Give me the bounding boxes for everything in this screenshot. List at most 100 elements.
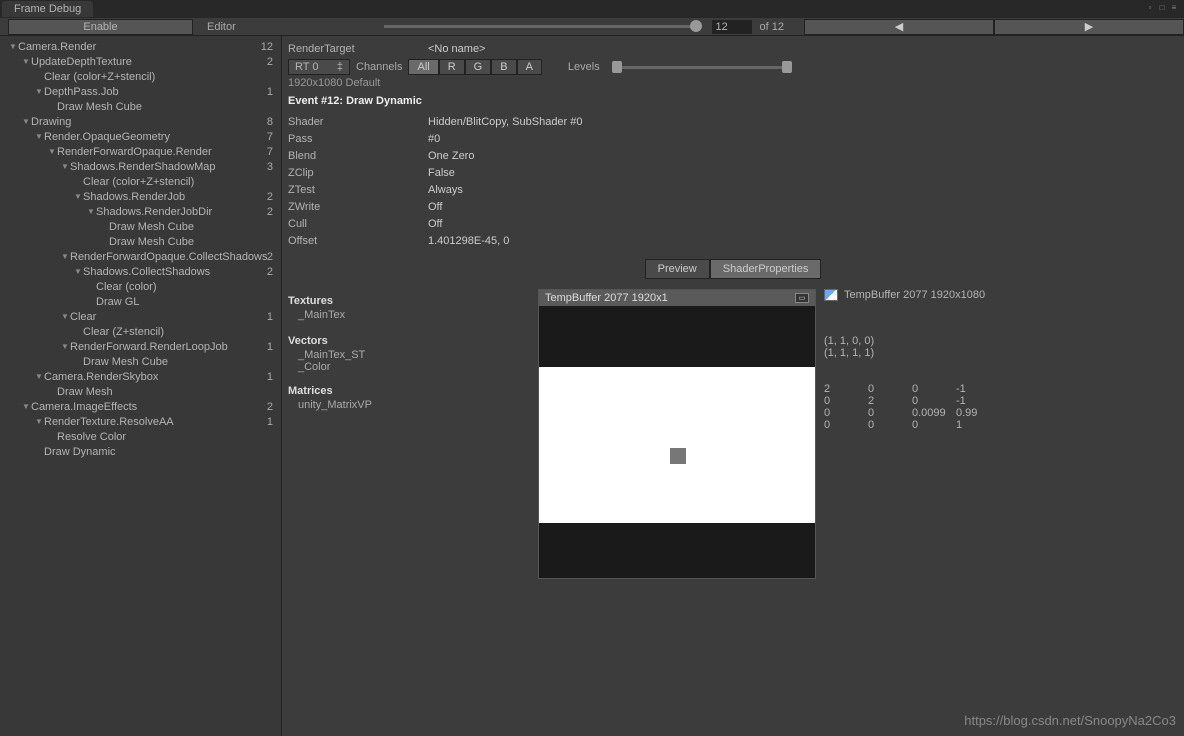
preview-tab[interactable]: Preview xyxy=(645,259,710,279)
tab-bar: Frame Debug ▫ □ ≡ xyxy=(0,0,1184,18)
tree-label: Draw Mesh xyxy=(57,386,273,398)
texture-preview[interactable]: TempBuffer 2077 1920x1 ▭ xyxy=(538,289,816,579)
matrixvp-label: unity_MatrixVP xyxy=(298,399,538,411)
tree-arrow-icon: ▼ xyxy=(21,117,31,126)
levels-thumb-right-icon[interactable] xyxy=(782,61,792,73)
property-row: Pass#0 xyxy=(288,130,1178,147)
tree-row[interactable]: Clear (color) xyxy=(0,279,281,294)
enable-button[interactable]: Enable xyxy=(8,19,193,35)
channel-button-b[interactable]: B xyxy=(491,59,516,75)
tree-row[interactable]: Draw Mesh xyxy=(0,384,281,399)
tree-count: 3 xyxy=(267,161,273,173)
tree-arrow-icon: ▼ xyxy=(21,57,31,66)
levels-thumb-left-icon[interactable] xyxy=(612,61,622,73)
prev-frame-button[interactable]: ◀ xyxy=(804,19,994,35)
frame-number-input[interactable]: 12 xyxy=(712,20,752,34)
matrix-cell: 0 xyxy=(824,407,868,419)
tree-label: Draw Dynamic xyxy=(44,446,273,458)
event-tree-panel[interactable]: ▼Camera.Render12▼UpdateDepthTexture2 Clea… xyxy=(0,36,282,736)
matrices-header: Matrices xyxy=(288,385,538,397)
channel-button-g[interactable]: G xyxy=(465,59,492,75)
tree-row[interactable]: Draw Mesh Cube xyxy=(0,219,281,234)
tree-label: Clear (Z+stencil) xyxy=(83,326,273,338)
frame-debug-tab[interactable]: Frame Debug xyxy=(2,1,93,17)
tree-row[interactable]: ▼RenderForwardOpaque.CollectShadows2 xyxy=(0,249,281,264)
tree-label: RenderForward.RenderLoopJob xyxy=(70,341,267,353)
tree-row[interactable]: ▼RenderForward.RenderLoopJob1 xyxy=(0,339,281,354)
property-row: Offset1.401298E-45, 0 xyxy=(288,232,1178,249)
matrix-values: 200-1020-1000.00990.990001 xyxy=(824,383,1178,431)
tree-label: Draw Mesh Cube xyxy=(109,221,273,233)
tree-row[interactable]: Draw GL xyxy=(0,294,281,309)
tree-label: Shadows.RenderJob xyxy=(83,191,267,203)
tree-label: Clear xyxy=(70,311,267,323)
frame-slider[interactable] xyxy=(384,25,702,28)
tree-label: RenderTexture.ResolveAA xyxy=(44,416,267,428)
tree-label: Draw Mesh Cube xyxy=(109,236,273,248)
rt-dropdown[interactable]: RT 0‡ xyxy=(288,59,350,75)
tree-row[interactable]: Clear (color+Z+stencil) xyxy=(0,69,281,84)
tree-row[interactable]: Draw Mesh Cube xyxy=(0,99,281,114)
frame-debug-window: Frame Debug ▫ □ ≡ Enable Editor 12 of 12… xyxy=(0,0,1184,736)
minimize-icon[interactable]: ▫ xyxy=(1144,2,1156,12)
tree-row[interactable]: ▼Render.OpaqueGeometry7 xyxy=(0,129,281,144)
tree-arrow-icon: ▼ xyxy=(60,162,70,171)
matrix-cell: 0.99 xyxy=(956,407,1000,419)
tree-count: 2 xyxy=(267,191,273,203)
channel-button-a[interactable]: A xyxy=(517,59,542,75)
tree-count: 2 xyxy=(267,251,273,263)
channel-button-r[interactable]: R xyxy=(439,59,465,75)
tree-row[interactable]: Draw Mesh Cube xyxy=(0,234,281,249)
tree-row[interactable]: Draw Mesh Cube xyxy=(0,354,281,369)
preview-title: TempBuffer 2077 1920x1 xyxy=(545,292,668,304)
tree-row[interactable]: ▼UpdateDepthTexture2 xyxy=(0,54,281,69)
preview-expand-icon[interactable]: ▭ xyxy=(795,293,809,303)
property-value: False xyxy=(428,167,455,179)
tree-row[interactable]: Resolve Color xyxy=(0,429,281,444)
channel-buttons: AllRGBA xyxy=(408,59,541,75)
property-label: Blend xyxy=(288,150,428,162)
tree-row[interactable]: Clear (Z+stencil) xyxy=(0,324,281,339)
tree-row[interactable]: ▼RenderTexture.ResolveAA1 xyxy=(0,414,281,429)
tree-label: Clear (color) xyxy=(96,281,273,293)
tree-row[interactable]: ▼Camera.RenderSkybox1 xyxy=(0,369,281,384)
tree-row[interactable]: ▼Shadows.CollectShadows2 xyxy=(0,264,281,279)
tree-row[interactable]: ▼Shadows.RenderShadowMap3 xyxy=(0,159,281,174)
tree-label: RenderForwardOpaque.Render xyxy=(57,146,267,158)
color-value: (1, 1, 1, 1) xyxy=(824,347,1178,359)
tree-count: 7 xyxy=(267,146,273,158)
tree-row[interactable]: ▼Shadows.RenderJobDir2 xyxy=(0,204,281,219)
tree-count: 1 xyxy=(267,416,273,428)
property-label: Pass xyxy=(288,133,428,145)
property-row: ZWriteOff xyxy=(288,198,1178,215)
tree-row[interactable]: ▼Clear1 xyxy=(0,309,281,324)
tree-label: Render.OpaqueGeometry xyxy=(44,131,267,143)
tree-row[interactable]: ▼Camera.ImageEffects2 xyxy=(0,399,281,414)
tree-count: 1 xyxy=(267,371,273,383)
matrix-cell: -1 xyxy=(956,383,1000,395)
tree-row[interactable]: ▼RenderForwardOpaque.Render7 xyxy=(0,144,281,159)
channel-button-all[interactable]: All xyxy=(408,59,438,75)
tree-row[interactable]: ▼Camera.Render12 xyxy=(0,39,281,54)
property-row: ZClipFalse xyxy=(288,164,1178,181)
levels-slider[interactable] xyxy=(612,66,792,69)
next-frame-button[interactable]: ▶ xyxy=(994,19,1184,35)
property-label: ZTest xyxy=(288,184,428,196)
tree-row[interactable]: Draw Dynamic xyxy=(0,444,281,459)
tree-arrow-icon: ▼ xyxy=(34,87,44,96)
tree-row[interactable]: ▼Shadows.RenderJob2 xyxy=(0,189,281,204)
event-title: Event #12: Draw Dynamic xyxy=(288,95,1178,107)
maintex-st-label: _MainTex_ST xyxy=(298,349,538,361)
matrix-cell: 0 xyxy=(868,383,912,395)
property-row: BlendOne Zero xyxy=(288,147,1178,164)
menu-icon[interactable]: ≡ xyxy=(1168,2,1180,12)
tree-count: 2 xyxy=(267,206,273,218)
shader-properties-tab[interactable]: ShaderProperties xyxy=(710,259,822,279)
main-area: ▼Camera.Render12▼UpdateDepthTexture2 Clea… xyxy=(0,36,1184,736)
slider-thumb-icon[interactable] xyxy=(690,20,702,32)
tree-label: Clear (color+Z+stencil) xyxy=(44,71,273,83)
tree-row[interactable]: ▼Drawing8 xyxy=(0,114,281,129)
tree-row[interactable]: ▼DepthPass.Job1 xyxy=(0,84,281,99)
maximize-icon[interactable]: □ xyxy=(1156,2,1168,12)
tree-row[interactable]: Clear (color+Z+stencil) xyxy=(0,174,281,189)
